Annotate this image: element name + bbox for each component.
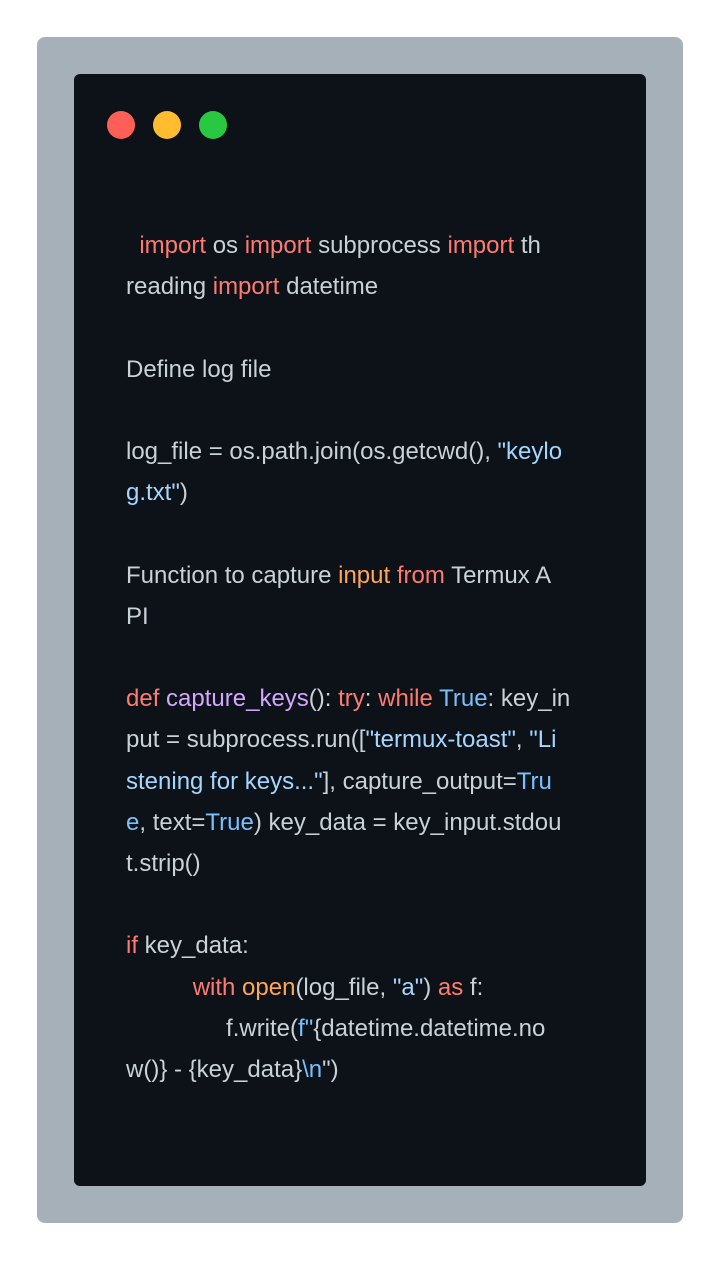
code-token: ], capture_output=: [322, 767, 517, 795]
minimize-dot: [153, 111, 181, 139]
code-line: g.txt"): [126, 472, 596, 513]
code-token: ): [179, 479, 188, 507]
code-token: ,: [515, 726, 530, 754]
code-token: "Li: [529, 726, 557, 754]
code-line: def capture_keys(): try: while True: key…: [126, 678, 596, 719]
code-token: f:: [463, 973, 484, 1001]
code-token: try: [338, 685, 365, 713]
code-line: reading import datetime: [126, 266, 596, 307]
code-token: reading: [126, 273, 213, 301]
code-line: t.strip(): [126, 843, 596, 884]
code-line: e, text=True) key_data = key_input.stdou: [126, 802, 596, 843]
code-block: import os import subprocess import th rea…: [126, 225, 596, 1090]
code-token: t.strip(): [126, 850, 201, 878]
code-token: Tru: [516, 767, 552, 795]
code-token: with: [192, 973, 236, 1001]
code-token: ): [423, 973, 438, 1001]
code-token: Function to capture: [126, 561, 339, 589]
code-line: w()} - {key_data}\n"): [126, 1049, 596, 1090]
code-token: subprocess: [311, 232, 448, 259]
code-token: w()} - {key_data}: [126, 1056, 303, 1084]
code-token: ():: [308, 685, 339, 713]
code-token: import: [212, 273, 280, 301]
code-token: :: [364, 685, 379, 713]
close-dot: [107, 111, 135, 139]
code-token: put = subprocess.run([: [126, 726, 366, 754]
code-token: as: [437, 973, 464, 1001]
code-token: key_data:: [138, 932, 249, 960]
code-line: if key_data:: [126, 925, 596, 966]
code-line: f.write(f"{datetime.datetime.no: [126, 1008, 596, 1049]
maximize-dot: [199, 111, 227, 139]
code-token: True: [439, 685, 488, 713]
code-token: th: [514, 232, 541, 259]
code-line: stening for keys..."], capture_output=Tr…: [126, 761, 596, 802]
code-token: "a": [392, 973, 424, 1001]
code-token: : key_in: [487, 685, 571, 713]
code-token: import: [139, 232, 207, 259]
code-token: "termux-toast": [365, 726, 516, 754]
code-token: import: [447, 232, 515, 259]
code-token: capture_keys: [166, 685, 309, 713]
code-token: Define log file: [126, 355, 272, 383]
code-token: {datetime.datetime.no: [313, 1014, 546, 1042]
code-line: log_file = os.path.join(os.getcwd(), "ke…: [126, 431, 596, 472]
code-line: with open(log_file, "a") as f:: [126, 967, 596, 1008]
code-token: \n: [302, 1056, 323, 1084]
code-token: stening for keys...": [126, 767, 323, 795]
code-line: import os import subprocess import th: [126, 225, 596, 266]
code-token: g.txt": [126, 479, 180, 507]
code-token: os: [206, 232, 245, 259]
code-token: input: [338, 561, 391, 589]
code-line: PI: [126, 596, 596, 637]
code-line: Define log file: [126, 349, 596, 390]
code-token: from: [396, 561, 445, 589]
code-token: e: [126, 808, 140, 836]
code-token: def: [126, 685, 160, 713]
code-token: log_file = os.path.join(os.getcwd(),: [126, 438, 498, 466]
code-token: ) key_data = key_input.stdou: [253, 808, 562, 836]
code-line: put = subprocess.run(["termux-toast", "L…: [126, 719, 596, 760]
code-token: if: [126, 932, 138, 960]
code-token: "): [322, 1056, 339, 1084]
code-token: open: [242, 973, 296, 1001]
code-token: , text=: [139, 808, 206, 836]
code-token: while: [378, 685, 433, 713]
code-token: datetime: [279, 273, 379, 301]
code-token: (log_file,: [295, 973, 393, 1001]
code-token: Termux A: [444, 561, 552, 589]
code-token: PI: [126, 602, 149, 630]
code-token: f": [298, 1014, 314, 1042]
code-token: "keylo: [497, 438, 563, 466]
code-token: import: [244, 232, 312, 259]
code-token: True: [205, 808, 254, 836]
code-token: f.write(: [126, 1014, 299, 1042]
code-line: Function to capture input from Termux A: [126, 555, 596, 596]
